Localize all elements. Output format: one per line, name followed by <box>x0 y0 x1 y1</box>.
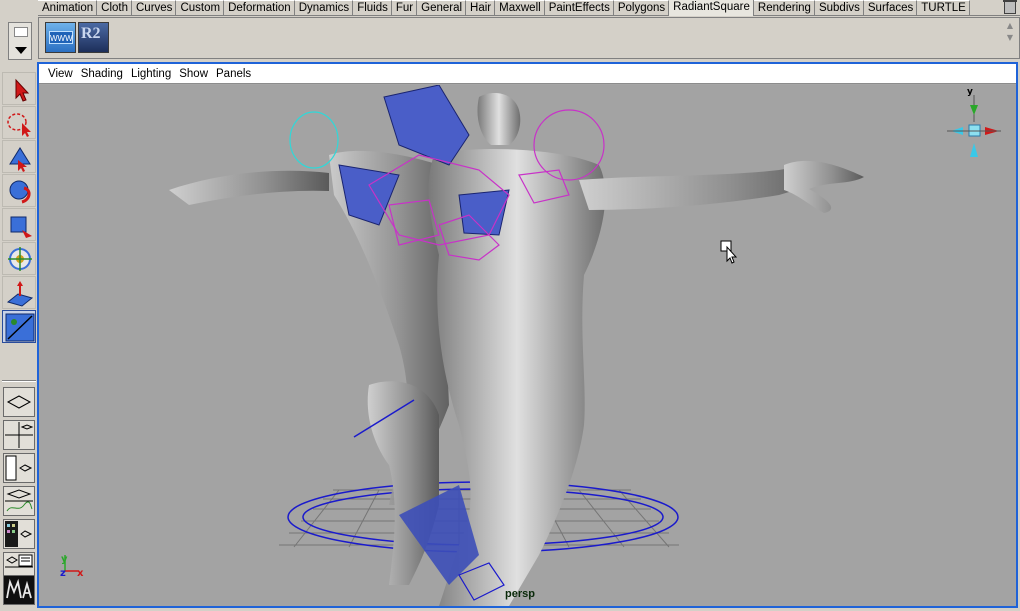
paint-select-icon <box>9 147 31 172</box>
shelf-tab-cloth[interactable]: Cloth <box>97 0 132 16</box>
graph-editor-layout-button[interactable] <box>3 486 35 516</box>
shelf-tab-subdivs[interactable]: Subdivs <box>814 0 864 16</box>
outliner-layout-icon <box>5 455 33 481</box>
www-shelf-button[interactable]: WWW <box>45 22 76 53</box>
axis-x-label: x <box>77 568 84 579</box>
view-cube-y-label: y <box>967 87 973 97</box>
shelf-tab-dynamics[interactable]: Dynamics <box>294 0 354 16</box>
select-tool[interactable] <box>2 72 36 105</box>
shelf-tab-fur[interactable]: Fur <box>391 0 418 16</box>
scene-canvas[interactable] <box>39 85 1016 606</box>
shelf-tab-hair[interactable]: Hair <box>466 0 496 16</box>
shelf-tab-surfaces[interactable]: Surfaces <box>863 0 918 16</box>
select-arrow-icon <box>15 78 30 102</box>
panel-menu-panels[interactable]: Panels <box>212 64 255 83</box>
shelf-tab-curves[interactable]: Curves <box>132 0 177 16</box>
rotate-icon <box>10 216 32 238</box>
shelf-tab-painteffects[interactable]: PaintEffects <box>544 0 614 16</box>
shelf-tab-radiantsquare[interactable]: RadiantSquare <box>669 0 754 16</box>
shelf-tab-rendering[interactable]: Rendering <box>753 0 815 16</box>
shelf-tab-fluids[interactable]: Fluids <box>353 0 392 16</box>
lasso-icon <box>7 113 31 137</box>
shelf-tab-animation[interactable]: Animation <box>38 0 98 16</box>
shelf: WWW R2 ▲ ▼ <box>38 17 1020 59</box>
camera-label: persp <box>505 588 535 600</box>
shelf-tab-turtle[interactable]: TURTLE <box>917 0 970 16</box>
four-view-layout-button[interactable] <box>3 420 35 450</box>
toolbox-separator <box>2 380 36 382</box>
shelf-tab-maxwell[interactable]: Maxwell <box>495 0 545 16</box>
paint-select-tool[interactable] <box>2 140 36 173</box>
shelf-tab-general[interactable]: General <box>417 0 467 16</box>
scale-tool[interactable] <box>2 242 36 275</box>
perspective-viewport[interactable]: y y z x persp <box>39 85 1016 606</box>
scroll-down-icon[interactable]: ▼ <box>1003 32 1017 44</box>
maya-logo <box>3 575 35 605</box>
rotate-tool[interactable] <box>2 208 36 241</box>
maya-logo-icon <box>4 576 34 604</box>
manipulator-icon <box>6 281 34 307</box>
front-figure-mesh <box>367 93 864 606</box>
single-perspective-layout-button[interactable] <box>3 387 35 417</box>
show-manipulator-icon <box>5 313 35 342</box>
shelf-scrollbar[interactable]: ▲ ▼ <box>1003 20 1017 56</box>
r2-shelf-button[interactable]: R2 <box>78 22 109 53</box>
outliner-perspective-layout-button[interactable] <box>3 453 35 483</box>
shelf-tab-custom[interactable]: Custom <box>176 0 225 16</box>
axis-y-label: y <box>61 554 68 565</box>
graph-layout-icon <box>5 489 33 512</box>
lasso-tool[interactable] <box>2 106 36 139</box>
panel-menu-bar: View Shading Lighting Show Panels <box>39 64 1016 84</box>
toolbox <box>0 0 38 611</box>
panel-menu-view[interactable]: View <box>44 64 77 83</box>
four-view-layout-icon <box>5 422 34 448</box>
scroll-up-icon[interactable]: ▲ <box>1003 20 1017 32</box>
move-tool[interactable] <box>2 174 36 207</box>
panel-menu-shading[interactable]: Shading <box>77 64 127 83</box>
trash-icon[interactable] <box>1003 0 1017 14</box>
panel-menu-show[interactable]: Show <box>175 64 212 83</box>
axis-z-label: z <box>60 568 66 579</box>
hypershade-layout-button[interactable] <box>3 519 35 549</box>
shelf-menu-button[interactable] <box>8 22 32 60</box>
view-axis-gizmo <box>947 95 1001 157</box>
shelf-tab-bar: Animation Cloth Curves Custom Deformatio… <box>38 0 1020 16</box>
move-icon <box>9 180 31 204</box>
www-icon: WWW <box>49 31 73 44</box>
universal-manipulator-tool[interactable] <box>2 276 36 309</box>
show-manipulator-tool[interactable] <box>2 310 36 343</box>
hypershade-layout-icon <box>5 521 33 547</box>
perspective-layout-icon <box>6 395 32 409</box>
r2-icon: R2 <box>81 25 101 42</box>
shelf-tab-deformation[interactable]: Deformation <box>224 0 295 16</box>
viewport-panel: View Shading Lighting Show Panels y y z … <box>37 62 1018 608</box>
mouse-cursor-icon <box>720 240 738 264</box>
panel-menu-lighting[interactable]: Lighting <box>127 64 175 83</box>
shelf-tab-polygons[interactable]: Polygons <box>613 0 670 16</box>
scale-icon <box>8 247 32 271</box>
